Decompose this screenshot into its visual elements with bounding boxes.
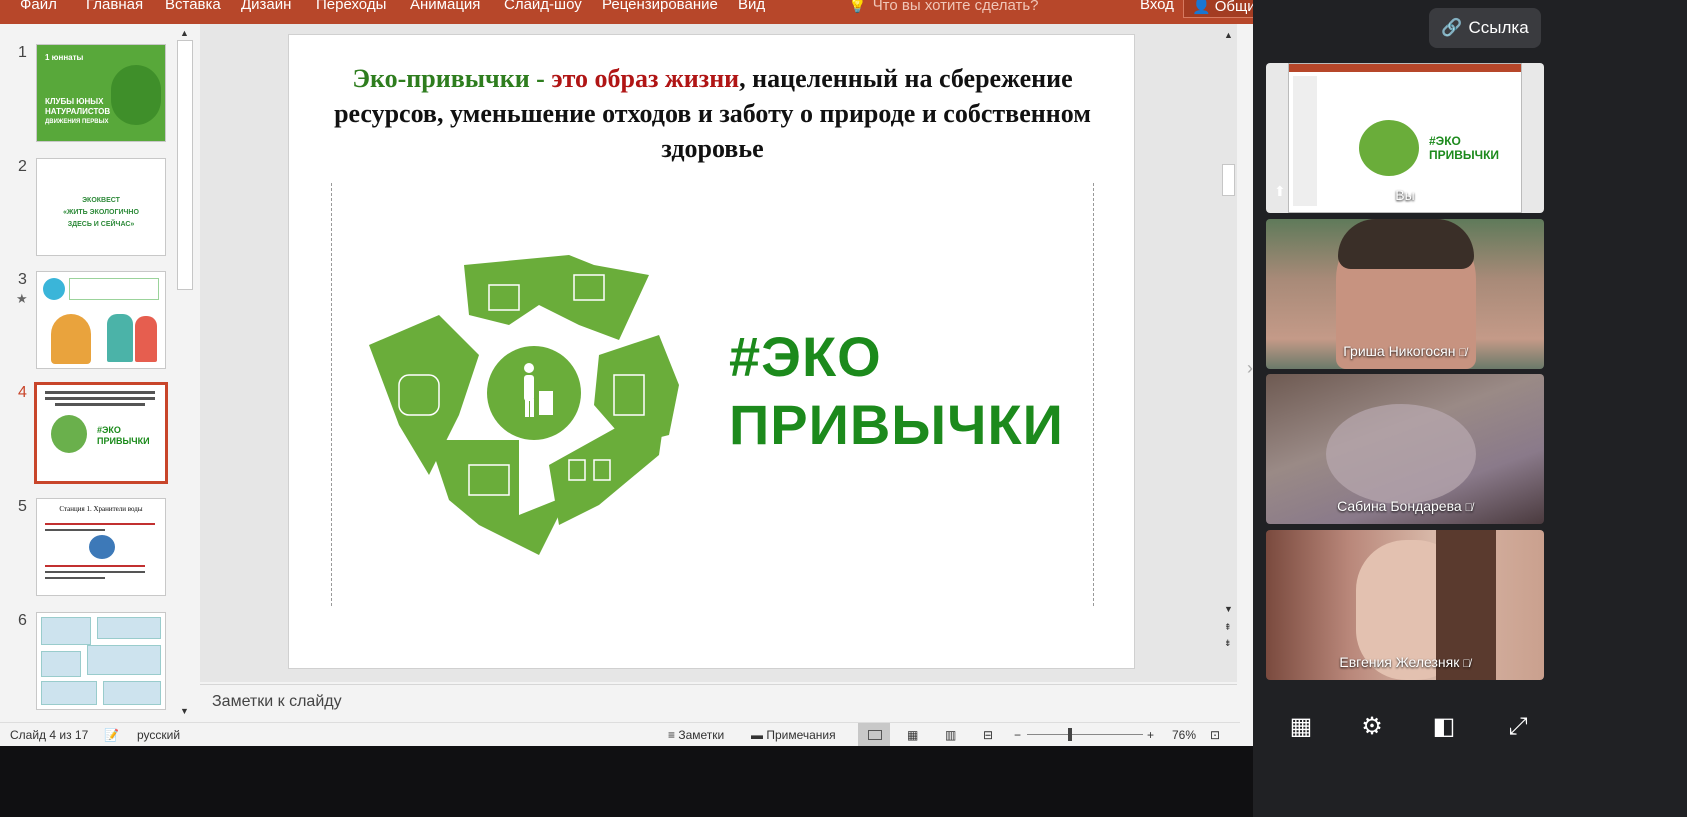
recycle-logo (1359, 120, 1419, 176)
lightbulb-icon: 💡 (848, 0, 867, 14)
participant-video (1326, 404, 1476, 504)
fullscreen-icon[interactable]: ⤢ (1503, 712, 1533, 742)
zoom-in-icon[interactable]: + (1147, 728, 1154, 742)
tab-file[interactable]: Файл (20, 0, 57, 13)
tab-animations[interactable]: Анимация (410, 0, 480, 13)
previous-slide-icon[interactable]: ⇞ (1224, 622, 1232, 633)
slide-thumbnail-1[interactable]: 1 1 юннаты КЛУБЫ ЮНЫХ НАТУРАЛИСТОВ ДВИЖЕ… (0, 44, 190, 149)
recycle-logo (51, 415, 87, 453)
slide-scrollbar[interactable]: ▲ ▼ ⇞ ⇟ (1220, 24, 1237, 682)
gardener-illustration (111, 65, 161, 125)
settings-gear-icon[interactable]: ⚙ (1357, 712, 1387, 742)
current-slide[interactable]: Эко-привычки - это образ жизни, нацеленн… (288, 34, 1135, 669)
taskbar (0, 746, 1253, 817)
chevron-right-icon[interactable]: › (1247, 358, 1253, 379)
scroll-up-icon[interactable]: ▲ (1224, 30, 1233, 40)
slide-thumbnail-4[interactable]: 4 #ЭКО ПРИВЫЧКИ (0, 382, 190, 489)
tell-me-search[interactable]: 💡 Что вы хотите сделать? (848, 0, 1039, 14)
link-icon: 🔗 (1441, 18, 1463, 37)
zoom-level[interactable]: 76% (1172, 728, 1196, 742)
tab-slideshow[interactable]: Слайд-шоу (504, 0, 582, 13)
participant-tile-grisha[interactable]: Гриша Никогосян 🎙̸ (1266, 219, 1544, 369)
slide-title[interactable]: Эко-привычки - это образ жизни, нацеленн… (329, 61, 1096, 166)
copy-link-button[interactable]: 🔗 Ссылка (1429, 8, 1541, 48)
recycle-symbol-icon (369, 255, 679, 555)
globe-illustration (89, 535, 115, 559)
scroll-up-icon[interactable]: ▲ (180, 28, 189, 38)
zoom-out-icon[interactable]: − (1014, 728, 1021, 742)
zoom-slider[interactable] (1027, 734, 1143, 735)
slide-thumbnail-5[interactable]: 5 Станция 1. Хранители воды (0, 498, 190, 603)
add-person-icon: 👤 (1192, 0, 1211, 15)
globe-illustration (43, 278, 65, 300)
slide-counter: Слайд 4 из 17 (10, 728, 89, 742)
powerpoint-window: Файл Главная Вставка Дизайн Переходы Ани… (0, 0, 1337, 805)
animation-star-icon: ★ (16, 291, 28, 306)
muted-mic-icon: 🎙̸ (1464, 502, 1473, 514)
muted-mic-icon: 🎙̸ (1458, 347, 1467, 359)
scroll-thumb[interactable] (1222, 164, 1235, 196)
comments-button[interactable]: ▬ Примечания (751, 728, 836, 742)
zoom-slider-knob[interactable] (1068, 728, 1072, 741)
notes-icon: ≡ (668, 728, 679, 742)
status-bar: Слайд 4 из 17 📝 русский ≡ Заметки ▬ Прим… (0, 722, 1240, 747)
scroll-thumb[interactable] (177, 40, 193, 290)
slide-thumbnail-6[interactable]: 6 (0, 612, 190, 717)
notes-pane[interactable]: Заметки к слайду (200, 684, 1237, 720)
slide-sorter-icon[interactable]: ▦ (907, 728, 918, 742)
tab-home[interactable]: Главная (86, 0, 143, 13)
thumbnails-scrollbar[interactable]: ▲ ▼ (176, 24, 194, 720)
person-illustration (135, 316, 157, 362)
participant-tile-sabina[interactable]: Сабина Бондарева 🎙̸ (1266, 374, 1544, 524)
normal-view-icon (868, 728, 886, 742)
eko-habits-heading: #ЭКО ПРИВЫЧКИ (729, 325, 1064, 456)
login-link[interactable]: Вход (1140, 0, 1174, 13)
spellcheck-icon[interactable]: 📝 (104, 728, 119, 742)
next-slide-icon[interactable]: ⇟ (1224, 638, 1232, 649)
fit-to-window-icon[interactable]: ⊡ (1210, 728, 1220, 742)
slide-thumbnail-3[interactable]: 3 ★ (0, 271, 190, 376)
tab-view[interactable]: Вид (738, 0, 765, 13)
screen: Файл Главная Вставка Дизайн Переходы Ани… (0, 0, 1687, 817)
scroll-down-icon[interactable]: ▼ (1224, 604, 1233, 614)
slideshow-icon[interactable]: ⊟ (983, 728, 993, 742)
reading-view-icon[interactable]: ▥ (945, 728, 956, 742)
person-illustration (107, 314, 133, 362)
scroll-down-icon[interactable]: ▼ (180, 706, 189, 716)
person-illustration (51, 314, 91, 364)
participant-tile-self[interactable]: #ЭКО ПРИВЫЧКИ ⬆ Вы (1266, 63, 1544, 213)
tab-transitions[interactable]: Переходы (316, 0, 386, 13)
tab-review[interactable]: Рецензирование (602, 0, 718, 13)
participant-tile-evgenia[interactable]: Евгения Железняк 🎙̸ (1266, 530, 1544, 680)
grid-icon[interactable]: ▦ (1286, 712, 1316, 742)
tab-insert[interactable]: Вставка (165, 0, 221, 13)
language-indicator[interactable]: русский (137, 728, 180, 742)
notes-button[interactable]: ≡ Заметки (668, 728, 724, 742)
ribbon-tabs: Файл Главная Вставка Дизайн Переходы Ани… (0, 0, 1334, 24)
comment-icon: ▬ (751, 728, 767, 742)
picture-in-picture-icon[interactable]: ◧ (1429, 712, 1459, 742)
muted-mic-icon: 🎙̸ (1462, 658, 1471, 670)
slide-thumbnail-2[interactable]: 2 ЭКОКВЕСТ «ЖИТЬ ЭКОЛОГИЧНО ЗДЕСЬ И СЕЙЧ… (0, 158, 190, 263)
tab-design[interactable]: Дизайн (241, 0, 291, 13)
